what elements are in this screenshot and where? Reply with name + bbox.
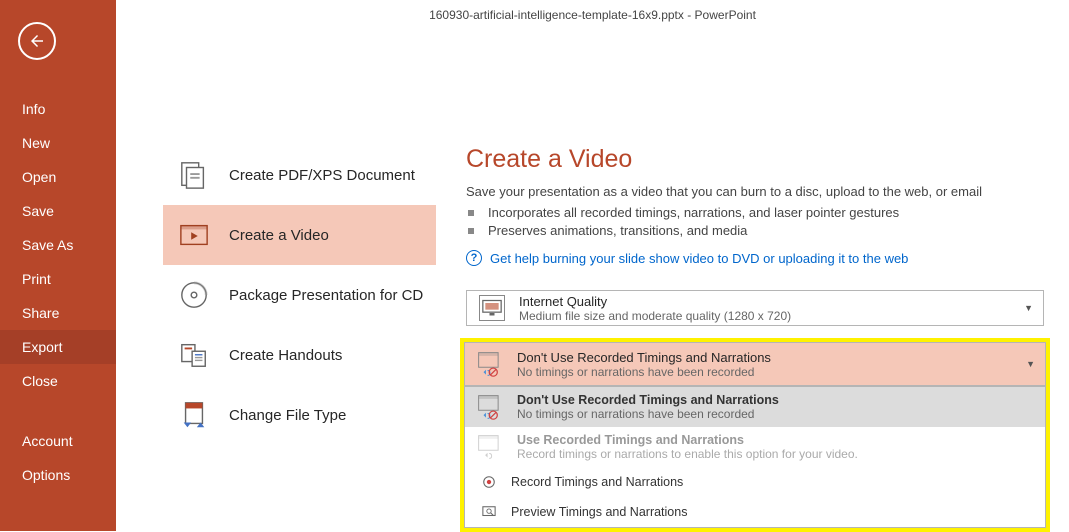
narration-sub: No timings or narrations have been recor… bbox=[517, 365, 1033, 379]
backstage-sidebar: Info New Open Save Save As Print Share E… bbox=[0, 0, 116, 531]
option-title: Don't Use Recorded Timings and Narration… bbox=[517, 393, 1033, 407]
bullet-item: Preserves animations, transitions, and m… bbox=[488, 223, 1057, 238]
quality-title: Internet Quality bbox=[519, 294, 1031, 309]
help-icon: ? bbox=[466, 250, 482, 266]
sidebar-item-save[interactable]: Save bbox=[0, 194, 116, 228]
sidebar-item-export[interactable]: Export bbox=[0, 330, 116, 364]
bullet-item: Incorporates all recorded timings, narra… bbox=[488, 205, 1057, 220]
filetype-icon bbox=[177, 398, 211, 432]
sidebar-items: Info New Open Save Save As Print Share E… bbox=[0, 92, 116, 492]
export-item-filetype[interactable]: Change File Type bbox=[163, 385, 436, 445]
export-label: Package Presentation for CD bbox=[229, 287, 423, 304]
action-label: Preview Timings and Narrations bbox=[511, 505, 687, 519]
sidebar-label: Save bbox=[22, 203, 54, 219]
pdf-icon bbox=[177, 158, 211, 192]
export-type-list: Create PDF/XPS Document Create a Video P… bbox=[116, 30, 436, 531]
chevron-down-icon: ▼ bbox=[1026, 359, 1035, 369]
narration-dropdown[interactable]: Don't Use Recorded Timings and Narration… bbox=[464, 342, 1046, 386]
sidebar-label: Info bbox=[22, 101, 45, 117]
chevron-down-icon: ▼ bbox=[1024, 303, 1033, 313]
quality-dropdown[interactable]: Internet Quality Medium file size and mo… bbox=[466, 290, 1044, 326]
preview-icon bbox=[481, 504, 497, 520]
sidebar-item-close[interactable]: Close bbox=[0, 364, 116, 398]
option-sub: Record timings or narrations to enable t… bbox=[517, 447, 1033, 461]
narration-off-icon bbox=[477, 394, 503, 420]
sidebar-item-share[interactable]: Share bbox=[0, 296, 116, 330]
video-bullets: Incorporates all recorded timings, narra… bbox=[488, 205, 1057, 238]
video-desc: Save your presentation as a video that y… bbox=[466, 184, 1057, 199]
arrow-left-icon bbox=[28, 32, 46, 50]
back-button[interactable] bbox=[18, 22, 56, 60]
option-title: Use Recorded Timings and Narrations bbox=[517, 433, 1033, 447]
handouts-icon bbox=[177, 338, 211, 372]
section-title: Create a Video bbox=[466, 145, 1057, 174]
cd-icon bbox=[177, 278, 211, 312]
option-text: Use Recorded Timings and Narrations Reco… bbox=[517, 433, 1033, 461]
video-icon bbox=[177, 218, 211, 252]
narration-on-icon bbox=[477, 434, 503, 460]
sidebar-label: Share bbox=[22, 305, 59, 321]
sidebar-label: New bbox=[22, 135, 50, 151]
narration-option-use: Use Recorded Timings and Narrations Reco… bbox=[465, 427, 1045, 467]
export-item-cd[interactable]: Package Presentation for CD bbox=[163, 265, 436, 325]
window-title: 160930-artificial-intelligence-template-… bbox=[429, 8, 756, 22]
sidebar-item-info[interactable]: Info bbox=[0, 92, 116, 126]
sidebar-label: Open bbox=[22, 169, 56, 185]
sidebar-label: Save As bbox=[22, 237, 73, 253]
narration-icon bbox=[477, 351, 503, 377]
sidebar-item-new[interactable]: New bbox=[0, 126, 116, 160]
sidebar-label: Export bbox=[22, 339, 62, 355]
export-item-handouts[interactable]: Create Handouts bbox=[163, 325, 436, 385]
export-label: Change File Type bbox=[229, 407, 346, 424]
export-label: Create PDF/XPS Document bbox=[229, 167, 415, 184]
quality-text: Internet Quality Medium file size and mo… bbox=[519, 294, 1031, 323]
export-item-pdf[interactable]: Create PDF/XPS Document bbox=[163, 145, 436, 205]
action-label: Record Timings and Narrations bbox=[511, 475, 683, 489]
sidebar-item-options[interactable]: Options bbox=[0, 458, 116, 492]
sidebar-label: Account bbox=[22, 433, 73, 449]
export-label: Create Handouts bbox=[229, 347, 342, 364]
sidebar-item-open[interactable]: Open bbox=[0, 160, 116, 194]
sidebar-label: Options bbox=[22, 467, 70, 483]
option-text: Don't Use Recorded Timings and Narration… bbox=[517, 393, 1033, 421]
option-sub: No timings or narrations have been recor… bbox=[517, 407, 1033, 421]
narration-option-dont-use[interactable]: Don't Use Recorded Timings and Narration… bbox=[465, 387, 1045, 427]
help-row: ? Get help burning your slide show video… bbox=[466, 250, 1057, 266]
narration-action-preview[interactable]: Preview Timings and Narrations bbox=[465, 497, 1045, 527]
help-link[interactable]: Get help burning your slide show video t… bbox=[490, 251, 908, 266]
main-content: Create PDF/XPS Document Create a Video P… bbox=[116, 30, 1069, 531]
sidebar-label: Print bbox=[22, 271, 51, 287]
title-bar: 160930-artificial-intelligence-template-… bbox=[116, 0, 1069, 30]
narration-title: Don't Use Recorded Timings and Narration… bbox=[517, 350, 1033, 365]
export-label: Create a Video bbox=[229, 227, 329, 244]
sidebar-label: Close bbox=[22, 373, 58, 389]
sidebar-item-account[interactable]: Account bbox=[0, 424, 116, 458]
narration-highlight: Don't Use Recorded Timings and Narration… bbox=[460, 338, 1050, 532]
sidebar-item-saveas[interactable]: Save As bbox=[0, 228, 116, 262]
narration-dropdown-menu: Don't Use Recorded Timings and Narration… bbox=[464, 386, 1046, 528]
narration-action-record[interactable]: Record Timings and Narrations bbox=[465, 467, 1045, 497]
export-item-video[interactable]: Create a Video bbox=[163, 205, 436, 265]
monitor-icon bbox=[479, 295, 505, 321]
video-pane: Create a Video Save your presentation as… bbox=[436, 30, 1069, 531]
sidebar-item-print[interactable]: Print bbox=[0, 262, 116, 296]
record-icon bbox=[481, 474, 497, 490]
quality-sub: Medium file size and moderate quality (1… bbox=[519, 309, 1031, 323]
narration-text: Don't Use Recorded Timings and Narration… bbox=[517, 350, 1033, 379]
